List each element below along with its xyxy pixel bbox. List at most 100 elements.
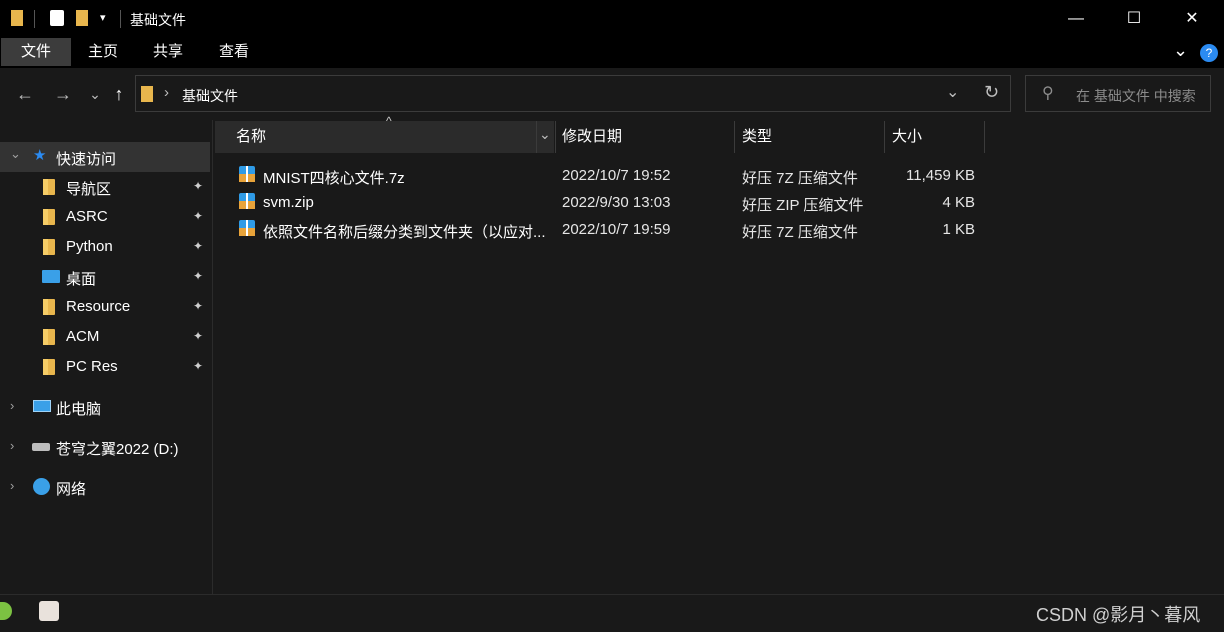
file-modified: 2022/10/7 19:59 <box>562 221 671 238</box>
folder-icon <box>43 209 55 225</box>
properties-icon[interactable] <box>50 10 64 26</box>
minimize-button[interactable]: — <box>1047 0 1105 38</box>
divider <box>884 121 885 153</box>
sidebar-item-acm[interactable]: ACM ✦ <box>0 322 210 352</box>
star-icon: ★ <box>33 147 47 164</box>
tab-home[interactable]: 主页 <box>73 38 133 66</box>
divider <box>734 121 735 153</box>
sidebar-item-pc-res[interactable]: PC Res ✦ <box>0 352 210 382</box>
file-row[interactable]: MNIST四核心文件.7z 2022/10/7 19:52 好压 7Z 压缩文件… <box>215 162 985 189</box>
sidebar-item-label: PC Res <box>66 358 118 375</box>
back-button[interactable]: ← <box>12 80 38 108</box>
window-title: 基础文件 <box>130 12 186 28</box>
new-folder-icon[interactable] <box>76 10 88 26</box>
column-filter-icon[interactable]: ⌄ <box>539 126 551 143</box>
desktop-icon <box>42 270 60 283</box>
sidebar-item-quick-access[interactable]: ⌄ ★ 快速访问 <box>0 142 210 172</box>
network-icon <box>33 478 50 495</box>
sidebar-item-drive-d[interactable]: › 苍穹之翼2022 (D:) <box>0 432 210 462</box>
folder-icon <box>43 239 55 255</box>
file-type: 好压 ZIP 压缩文件 <box>742 197 864 214</box>
divider <box>555 121 556 153</box>
file-size: 1 KB <box>942 221 975 238</box>
pin-icon: ✦ <box>193 269 204 283</box>
sidebar-item-asrc[interactable]: ASRC ✦ <box>0 202 210 232</box>
file-row[interactable]: svm.zip 2022/9/30 13:03 好压 ZIP 压缩文件 4 KB <box>215 189 985 216</box>
pin-icon: ✦ <box>193 209 204 223</box>
file-type: 好压 7Z 压缩文件 <box>742 224 858 241</box>
sidebar-item-resource[interactable]: Resource ✦ <box>0 292 210 322</box>
pin-icon: ✦ <box>193 299 204 313</box>
chevron-right-icon[interactable]: › <box>10 398 14 413</box>
folder-icon <box>141 86 153 102</box>
tab-file[interactable]: 文件 <box>1 38 71 66</box>
search-placeholder: 在 基础文件 中搜索 <box>1076 88 1196 104</box>
sidebar-item-label: 网络 <box>56 481 87 498</box>
forward-button[interactable]: → <box>50 80 76 108</box>
sidebar-item-nav-area[interactable]: 导航区 ✦ <box>0 172 210 202</box>
recent-locations-button[interactable]: ⌄ <box>82 80 108 108</box>
refresh-button[interactable]: ↻ <box>984 82 999 103</box>
column-header-name[interactable]: 名称 <box>236 121 266 153</box>
help-icon[interactable]: ? <box>1200 44 1218 62</box>
address-bar[interactable] <box>135 75 1011 112</box>
file-modified: 2022/9/30 13:03 <box>562 194 671 211</box>
folder-icon <box>43 359 55 375</box>
file-name: svm.zip <box>263 194 314 211</box>
chevron-down-icon[interactable]: ⌄ <box>10 146 21 162</box>
tab-view[interactable]: 查看 <box>203 38 265 66</box>
maximize-button[interactable]: ☐ <box>1105 0 1163 38</box>
file-name: 依照文件名称后缀分类到文件夹（以应对... <box>263 224 546 241</box>
file-row[interactable]: 依照文件名称后缀分类到文件夹（以应对... 2022/10/7 19:59 好压… <box>215 216 985 243</box>
sidebar-item-desktop[interactable]: 桌面 ✦ <box>0 262 210 292</box>
divider <box>120 10 121 28</box>
sort-ascending-icon: ^ <box>386 114 392 128</box>
chevron-right-icon[interactable]: › <box>164 84 169 101</box>
file-size: 4 KB <box>942 194 975 211</box>
sidebar-item-label: ASRC <box>66 208 108 225</box>
sidebar-item-label: 此电脑 <box>56 401 102 418</box>
divider <box>984 121 985 153</box>
file-type: 好压 7Z 压缩文件 <box>742 170 858 187</box>
divider <box>536 121 537 153</box>
sidebar-item-label: 导航区 <box>66 181 112 198</box>
sidebar-item-label: 桌面 <box>66 271 97 288</box>
chevron-right-icon[interactable]: › <box>10 478 14 493</box>
divider <box>34 10 35 28</box>
folder-icon <box>43 179 55 195</box>
file-size: 11,459 KB <box>906 167 975 184</box>
expand-ribbon-icon[interactable]: ⌄ <box>1173 40 1188 61</box>
address-dropdown-icon[interactable]: ⌄ <box>946 82 959 102</box>
pin-icon: ✦ <box>193 179 204 193</box>
up-button[interactable]: ↑ <box>106 80 132 108</box>
sidebar-item-python[interactable]: Python ✦ <box>0 232 210 262</box>
folder-icon <box>43 329 55 345</box>
chevron-right-icon[interactable]: › <box>10 438 14 453</box>
file-modified: 2022/10/7 19:52 <box>562 167 671 184</box>
file-name: MNIST四核心文件.7z <box>263 170 405 187</box>
sidebar-item-label: ACM <box>66 328 100 345</box>
sidebar-item-label: Python <box>66 238 113 255</box>
close-button[interactable]: ✕ <box>1163 0 1221 38</box>
sidebar-item-label: 快速访问 <box>56 151 117 168</box>
customize-quick-access-icon[interactable]: ▾ <box>100 11 106 24</box>
archive-icon <box>238 192 256 210</box>
avatar[interactable] <box>39 601 59 621</box>
pin-icon: ✦ <box>193 329 204 343</box>
watermark: CSDN @影月丶暮风 <box>1036 605 1201 625</box>
drive-icon <box>32 443 50 451</box>
search-icon: ⚲ <box>1042 85 1054 102</box>
column-header-modified[interactable]: 修改日期 <box>562 121 622 153</box>
column-header-size[interactable]: 大小 <box>892 121 922 153</box>
sidebar-item-label: Resource <box>66 298 131 315</box>
pin-icon: ✦ <box>193 359 204 373</box>
address-path[interactable]: 基础文件 <box>182 86 238 106</box>
folder-icon <box>11 10 23 26</box>
column-header-type[interactable]: 类型 <box>742 121 772 153</box>
sidebar-item-network[interactable]: › 网络 <box>0 472 210 502</box>
pin-icon: ✦ <box>193 239 204 253</box>
sidebar-item-this-pc[interactable]: › 此电脑 <box>0 392 210 422</box>
tab-share[interactable]: 共享 <box>137 38 199 66</box>
archive-icon <box>238 219 256 237</box>
computer-icon <box>33 400 51 412</box>
